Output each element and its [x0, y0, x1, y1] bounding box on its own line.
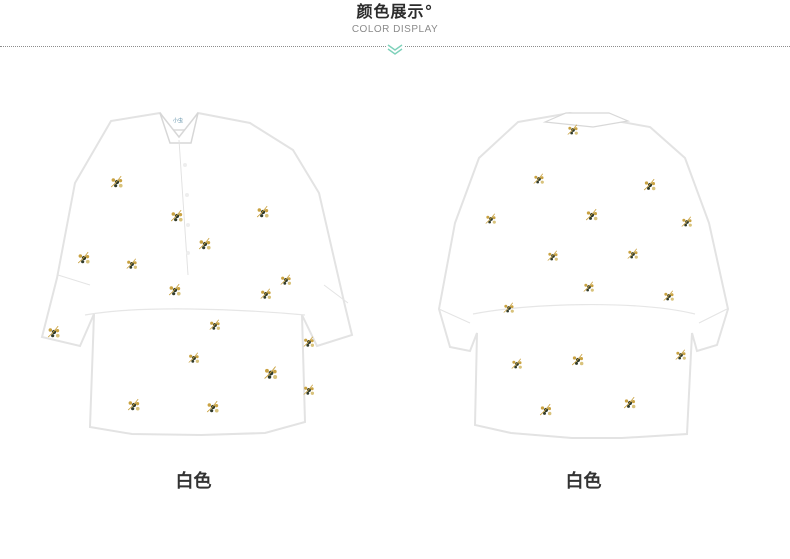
chevron-double-down-icon	[386, 42, 404, 56]
product-card-back: 白色	[410, 95, 757, 515]
page-subtitle: COLOR DISPLAY	[351, 24, 439, 35]
front-shirt-image: 小虫	[40, 111, 354, 437]
back-shirt-image	[437, 111, 730, 439]
color-label: 白色	[175, 471, 212, 492]
product-card-front: 小虫 白色	[20, 95, 367, 515]
page-title: 颜色展示°	[356, 2, 434, 21]
section-header: 颜色展示° COLOR DISPLAY	[0, 0, 790, 70]
svg-text:小虫: 小虫	[173, 117, 183, 124]
color-label: 白色	[565, 471, 602, 492]
